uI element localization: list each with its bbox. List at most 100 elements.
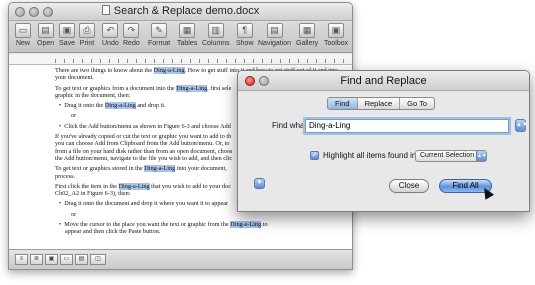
ruler-tick — [181, 59, 182, 63]
ruler-tick — [82, 59, 83, 63]
ruler-tick — [118, 59, 119, 63]
new-document-icon: ▭ — [15, 23, 31, 38]
ruler-tick — [172, 59, 173, 63]
ruler-tick — [280, 59, 281, 63]
ruler-tick — [73, 59, 74, 63]
save-icon: ▣ — [59, 23, 75, 38]
format-brush-icon: ✎ — [151, 23, 168, 38]
ruler-tick — [334, 59, 335, 63]
toolbar-open-button[interactable]: ▤ Open — [37, 23, 54, 47]
toolbar-button-label: New — [15, 40, 30, 47]
toolbar-redo-button[interactable]: ↷ Redo — [123, 23, 140, 47]
redo-icon: ↷ — [123, 23, 140, 38]
full-screen-icon[interactable]: ◫ — [90, 254, 106, 265]
ruler-tick — [253, 59, 254, 63]
ruler-tick — [208, 59, 209, 63]
ruler-tick — [64, 59, 65, 63]
ruler-tick — [343, 59, 344, 63]
tab-bar: Find Replace Go To — [327, 97, 435, 110]
document-icon — [101, 5, 110, 15]
highlight-all-checkbox[interactable]: ✓ — [310, 151, 319, 160]
find-history-icon[interactable]: ▲▼ — [515, 119, 528, 132]
highlighted-match: Ding-a-Ling — [104, 102, 136, 110]
ruler-tick — [289, 59, 290, 63]
notebook-layout-icon[interactable]: ▤ — [75, 254, 88, 265]
table-icon: ▦ — [179, 23, 196, 38]
dialog-titlebar[interactable]: Find and Replace — [238, 71, 529, 91]
ruler-tick — [262, 59, 263, 63]
ruler-tick — [127, 59, 128, 63]
ruler-tick — [136, 59, 137, 63]
ruler-tick — [298, 59, 299, 63]
toolbar-button-label: Redo — [123, 40, 140, 47]
chevron-down-icon: ▲▼ — [476, 151, 487, 161]
toolbar-print-button[interactable]: ⎙ Print — [79, 23, 95, 47]
publishing-layout-icon[interactable]: ▣ — [45, 254, 58, 265]
status-bar: ≡ ≣ ▣ ▭ ▤ ◫ — [9, 249, 352, 269]
bullet-item: • Move the cursor to the place you want … — [59, 221, 268, 236]
highlighted-match: Ding-a-Ling — [176, 84, 208, 92]
ruler-tick — [163, 59, 164, 63]
toolbar-button-label: Navigation — [258, 40, 292, 47]
toolbar-button-label: Toolbox — [324, 40, 349, 47]
navigation-pane-icon: ▤ — [266, 23, 283, 38]
find-and-replace-dialog: Find and Replace Find Replace Go To Find… — [237, 70, 530, 212]
draft-view-icon[interactable]: ≡ — [15, 254, 28, 265]
standard-toolbar: ▭ New ▤ Open ▣ Save ⎙ Print ↶ Undo ↷ Redo ✎ Format ▦ Ta… — [9, 21, 352, 53]
toolbar-gallery-button[interactable]: ▦ Gallery — [296, 23, 318, 47]
toolbar-button-label: Columns — [202, 40, 230, 47]
toolbar-button-label: Print — [79, 40, 95, 47]
toolbar-show-button[interactable]: ¶ Show — [236, 23, 254, 47]
ruler-tick — [100, 59, 101, 63]
horizontal-ruler[interactable] — [9, 54, 352, 65]
columns-icon: ▥ — [207, 23, 224, 38]
print-layout-icon[interactable]: ▭ — [60, 254, 73, 265]
ruler-tick — [244, 59, 245, 63]
toolbar-toolbox-button[interactable]: ▣ Toolbox — [324, 23, 348, 47]
ruler-tick — [235, 59, 236, 63]
toolbar-new-button[interactable]: ▭ New — [15, 23, 31, 47]
find-what-label: Find what: — [272, 121, 309, 130]
toolbar-navigation-button[interactable]: ▤ Navigation — [258, 23, 291, 47]
toolbar-button-label: Open — [37, 40, 55, 47]
undo-icon: ↶ — [102, 23, 119, 38]
pilcrow-icon: ¶ — [236, 23, 253, 38]
tab-find[interactable]: Find — [328, 98, 358, 109]
toolbox-icon: ▣ — [328, 23, 345, 38]
toolbar-button-label: Show — [236, 40, 254, 47]
toolbar-tables-button[interactable]: ▦ Tables — [177, 23, 197, 47]
ruler-tick — [190, 59, 191, 63]
toolbar-button-label: Save — [59, 40, 75, 47]
highlight-scope-select[interactable]: Current Selection ▲▼ — [415, 150, 487, 162]
highlighted-match: Ding-a-Ling — [153, 67, 185, 74]
word-titlebar[interactable]: Search & Replace demo.docx — [9, 3, 352, 21]
toolbar-undo-button[interactable]: ↶ Undo — [102, 23, 119, 47]
ruler-tick — [154, 59, 155, 63]
ruler-tick — [109, 59, 110, 63]
toolbar-format-button[interactable]: ✎ Format — [148, 23, 170, 47]
highlighted-match: Ding-a-Ling — [144, 165, 176, 173]
ruler-tick — [199, 59, 200, 63]
toolbar-columns-button[interactable]: ▥ Columns — [202, 23, 230, 47]
ruler-tick — [307, 59, 308, 63]
toolbar-button-label: Format — [148, 40, 171, 47]
dialog-title: Find and Replace — [340, 75, 427, 87]
ruler-tick — [145, 59, 146, 63]
toolbar-save-button[interactable]: ▣ Save — [59, 23, 75, 47]
tab-replace[interactable]: Replace — [358, 98, 401, 109]
find-what-input[interactable]: Ding-a-Ling — [305, 119, 509, 133]
toolbar-button-label: Gallery — [296, 40, 319, 47]
ruler-tick — [271, 59, 272, 63]
close-button[interactable]: Close — [389, 179, 429, 193]
folder-icon: ▤ — [37, 23, 54, 38]
ruler-tick — [226, 59, 227, 63]
highlight-all-label: Highlight all items found in: — [323, 151, 419, 160]
window-title: Search & Replace demo.docx — [9, 5, 352, 17]
print-icon: ⎙ — [79, 23, 95, 38]
ruler-tick — [325, 59, 326, 63]
ruler-tick — [55, 59, 56, 63]
outline-view-icon[interactable]: ≣ — [30, 254, 43, 265]
toolbar-button-label: Tables — [177, 40, 198, 47]
tab-go-to[interactable]: Go To — [400, 98, 434, 109]
expand-options-icon[interactable]: ▼ — [254, 178, 265, 189]
